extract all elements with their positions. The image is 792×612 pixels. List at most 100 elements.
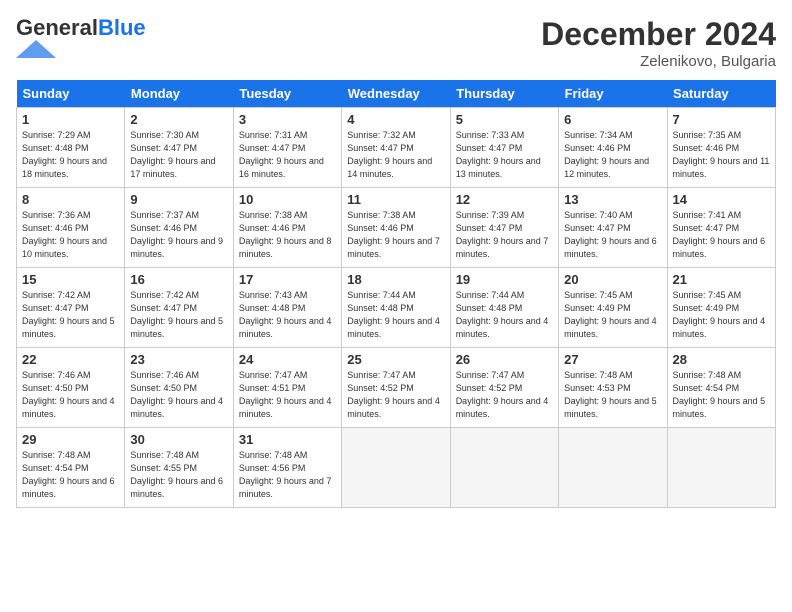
day-info: Sunrise: 7:44 AM Sunset: 4:48 PM Dayligh… <box>456 289 553 341</box>
day-info: Sunrise: 7:48 AM Sunset: 4:55 PM Dayligh… <box>130 449 227 501</box>
day-info: Sunrise: 7:37 AM Sunset: 4:46 PM Dayligh… <box>130 209 227 261</box>
day-info: Sunrise: 7:47 AM Sunset: 4:51 PM Dayligh… <box>239 369 336 421</box>
week-row-3: 22 Sunrise: 7:46 AM Sunset: 4:50 PM Dayl… <box>17 348 776 428</box>
day-cell-19: 19 Sunrise: 7:44 AM Sunset: 4:48 PM Dayl… <box>450 268 558 348</box>
day-info: Sunrise: 7:48 AM Sunset: 4:54 PM Dayligh… <box>673 369 770 421</box>
location: Zelenikovo, Bulgaria <box>541 53 776 70</box>
day-info: Sunrise: 7:40 AM Sunset: 4:47 PM Dayligh… <box>564 209 661 261</box>
day-number: 13 <box>564 192 661 207</box>
day-cell-16: 16 Sunrise: 7:42 AM Sunset: 4:47 PM Dayl… <box>125 268 233 348</box>
day-info: Sunrise: 7:33 AM Sunset: 4:47 PM Dayligh… <box>456 129 553 181</box>
day-number: 29 <box>22 432 119 447</box>
empty-cell <box>342 428 450 508</box>
th-wednesday: Wednesday <box>342 80 450 108</box>
day-number: 24 <box>239 352 336 367</box>
day-number: 1 <box>22 112 119 127</box>
header: GeneralBlue December 2024 Zelenikovo, Bu… <box>16 16 776 70</box>
day-cell-24: 24 Sunrise: 7:47 AM Sunset: 4:51 PM Dayl… <box>233 348 341 428</box>
day-number: 16 <box>130 272 227 287</box>
day-cell-15: 15 Sunrise: 7:42 AM Sunset: 4:47 PM Dayl… <box>17 268 125 348</box>
day-number: 18 <box>347 272 444 287</box>
day-number: 22 <box>22 352 119 367</box>
day-cell-28: 28 Sunrise: 7:48 AM Sunset: 4:54 PM Dayl… <box>667 348 775 428</box>
day-info: Sunrise: 7:42 AM Sunset: 4:47 PM Dayligh… <box>130 289 227 341</box>
day-cell-21: 21 Sunrise: 7:45 AM Sunset: 4:49 PM Dayl… <box>667 268 775 348</box>
day-cell-29: 29 Sunrise: 7:48 AM Sunset: 4:54 PM Dayl… <box>17 428 125 508</box>
day-number: 3 <box>239 112 336 127</box>
day-info: Sunrise: 7:47 AM Sunset: 4:52 PM Dayligh… <box>347 369 444 421</box>
th-tuesday: Tuesday <box>233 80 341 108</box>
empty-cell <box>667 428 775 508</box>
day-info: Sunrise: 7:39 AM Sunset: 4:47 PM Dayligh… <box>456 209 553 261</box>
day-cell-8: 8 Sunrise: 7:36 AM Sunset: 4:46 PM Dayli… <box>17 188 125 268</box>
day-cell-18: 18 Sunrise: 7:44 AM Sunset: 4:48 PM Dayl… <box>342 268 450 348</box>
calendar-container: GeneralBlue December 2024 Zelenikovo, Bu… <box>0 0 792 516</box>
day-cell-6: 6 Sunrise: 7:34 AM Sunset: 4:46 PM Dayli… <box>559 108 667 188</box>
day-cell-3: 3 Sunrise: 7:31 AM Sunset: 4:47 PM Dayli… <box>233 108 341 188</box>
day-cell-30: 30 Sunrise: 7:48 AM Sunset: 4:55 PM Dayl… <box>125 428 233 508</box>
week-row-1: 8 Sunrise: 7:36 AM Sunset: 4:46 PM Dayli… <box>17 188 776 268</box>
day-number: 11 <box>347 192 444 207</box>
day-info: Sunrise: 7:48 AM Sunset: 4:56 PM Dayligh… <box>239 449 336 501</box>
day-cell-12: 12 Sunrise: 7:39 AM Sunset: 4:47 PM Dayl… <box>450 188 558 268</box>
empty-cell <box>450 428 558 508</box>
day-cell-13: 13 Sunrise: 7:40 AM Sunset: 4:47 PM Dayl… <box>559 188 667 268</box>
day-info: Sunrise: 7:38 AM Sunset: 4:46 PM Dayligh… <box>239 209 336 261</box>
day-number: 6 <box>564 112 661 127</box>
header-row: Sunday Monday Tuesday Wednesday Thursday… <box>17 80 776 108</box>
day-number: 15 <box>22 272 119 287</box>
day-info: Sunrise: 7:36 AM Sunset: 4:46 PM Dayligh… <box>22 209 119 261</box>
day-cell-17: 17 Sunrise: 7:43 AM Sunset: 4:48 PM Dayl… <box>233 268 341 348</box>
day-number: 8 <box>22 192 119 207</box>
day-info: Sunrise: 7:35 AM Sunset: 4:46 PM Dayligh… <box>673 129 770 181</box>
day-number: 12 <box>456 192 553 207</box>
day-cell-27: 27 Sunrise: 7:48 AM Sunset: 4:53 PM Dayl… <box>559 348 667 428</box>
day-number: 28 <box>673 352 770 367</box>
day-info: Sunrise: 7:46 AM Sunset: 4:50 PM Dayligh… <box>130 369 227 421</box>
logo: GeneralBlue <box>16 16 146 63</box>
day-info: Sunrise: 7:46 AM Sunset: 4:50 PM Dayligh… <box>22 369 119 421</box>
day-cell-9: 9 Sunrise: 7:37 AM Sunset: 4:46 PM Dayli… <box>125 188 233 268</box>
logo-icon <box>16 40 56 58</box>
day-cell-25: 25 Sunrise: 7:47 AM Sunset: 4:52 PM Dayl… <box>342 348 450 428</box>
day-info: Sunrise: 7:32 AM Sunset: 4:47 PM Dayligh… <box>347 129 444 181</box>
day-cell-31: 31 Sunrise: 7:48 AM Sunset: 4:56 PM Dayl… <box>233 428 341 508</box>
th-friday: Friday <box>559 80 667 108</box>
day-cell-2: 2 Sunrise: 7:30 AM Sunset: 4:47 PM Dayli… <box>125 108 233 188</box>
day-number: 23 <box>130 352 227 367</box>
day-number: 2 <box>130 112 227 127</box>
day-info: Sunrise: 7:47 AM Sunset: 4:52 PM Dayligh… <box>456 369 553 421</box>
day-number: 7 <box>673 112 770 127</box>
day-number: 21 <box>673 272 770 287</box>
day-number: 31 <box>239 432 336 447</box>
day-cell-7: 7 Sunrise: 7:35 AM Sunset: 4:46 PM Dayli… <box>667 108 775 188</box>
day-cell-11: 11 Sunrise: 7:38 AM Sunset: 4:46 PM Dayl… <box>342 188 450 268</box>
day-cell-22: 22 Sunrise: 7:46 AM Sunset: 4:50 PM Dayl… <box>17 348 125 428</box>
day-info: Sunrise: 7:41 AM Sunset: 4:47 PM Dayligh… <box>673 209 770 261</box>
day-info: Sunrise: 7:31 AM Sunset: 4:47 PM Dayligh… <box>239 129 336 181</box>
day-info: Sunrise: 7:29 AM Sunset: 4:48 PM Dayligh… <box>22 129 119 181</box>
day-number: 25 <box>347 352 444 367</box>
week-row-0: 1 Sunrise: 7:29 AM Sunset: 4:48 PM Dayli… <box>17 108 776 188</box>
day-info: Sunrise: 7:42 AM Sunset: 4:47 PM Dayligh… <box>22 289 119 341</box>
day-number: 9 <box>130 192 227 207</box>
th-thursday: Thursday <box>450 80 558 108</box>
day-number: 14 <box>673 192 770 207</box>
day-cell-23: 23 Sunrise: 7:46 AM Sunset: 4:50 PM Dayl… <box>125 348 233 428</box>
day-info: Sunrise: 7:34 AM Sunset: 4:46 PM Dayligh… <box>564 129 661 181</box>
day-info: Sunrise: 7:38 AM Sunset: 4:46 PM Dayligh… <box>347 209 444 261</box>
day-cell-5: 5 Sunrise: 7:33 AM Sunset: 4:47 PM Dayli… <box>450 108 558 188</box>
th-sunday: Sunday <box>17 80 125 108</box>
day-cell-20: 20 Sunrise: 7:45 AM Sunset: 4:49 PM Dayl… <box>559 268 667 348</box>
day-number: 27 <box>564 352 661 367</box>
day-info: Sunrise: 7:48 AM Sunset: 4:53 PM Dayligh… <box>564 369 661 421</box>
day-number: 4 <box>347 112 444 127</box>
day-number: 17 <box>239 272 336 287</box>
day-info: Sunrise: 7:44 AM Sunset: 4:48 PM Dayligh… <box>347 289 444 341</box>
day-info: Sunrise: 7:48 AM Sunset: 4:54 PM Dayligh… <box>22 449 119 501</box>
calendar-table: Sunday Monday Tuesday Wednesday Thursday… <box>16 80 776 508</box>
day-cell-14: 14 Sunrise: 7:41 AM Sunset: 4:47 PM Dayl… <box>667 188 775 268</box>
th-monday: Monday <box>125 80 233 108</box>
title-block: December 2024 Zelenikovo, Bulgaria <box>541 16 776 70</box>
day-number: 5 <box>456 112 553 127</box>
